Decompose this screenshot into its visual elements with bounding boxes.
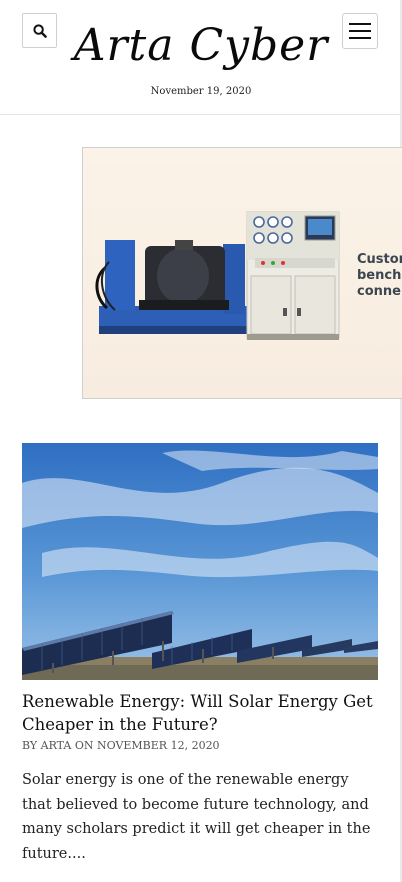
post-title-link[interactable]: Renewable Energy: Will Solar Energy Get … bbox=[22, 690, 382, 736]
hamburger-menu-icon-bar bbox=[349, 23, 371, 25]
site-header: Arta Cyber November 19, 2020 bbox=[0, 0, 402, 115]
ad-caption: Custon bench conne bbox=[357, 252, 402, 300]
site-date: November 19, 2020 bbox=[150, 86, 252, 97]
advertisement-banner[interactable]: Custon bench conne bbox=[82, 147, 402, 399]
post-meta: BY ARTA ON NOVEMBER 12, 2020 bbox=[22, 739, 220, 752]
post-featured-image[interactable] bbox=[22, 443, 378, 680]
solar-panels-image bbox=[22, 443, 378, 680]
hamburger-menu-icon-bar bbox=[349, 30, 371, 32]
ad-caption-line: Custon bbox=[357, 252, 402, 267]
test-bench-machine-image bbox=[95, 211, 340, 340]
ad-caption-line: bench bbox=[357, 268, 402, 283]
menu-button[interactable] bbox=[342, 13, 378, 49]
hamburger-menu-icon-bar bbox=[349, 37, 371, 39]
post-excerpt: Solar energy is one of the renewable ene… bbox=[22, 772, 371, 862]
ad-caption-line: conne bbox=[357, 284, 401, 299]
